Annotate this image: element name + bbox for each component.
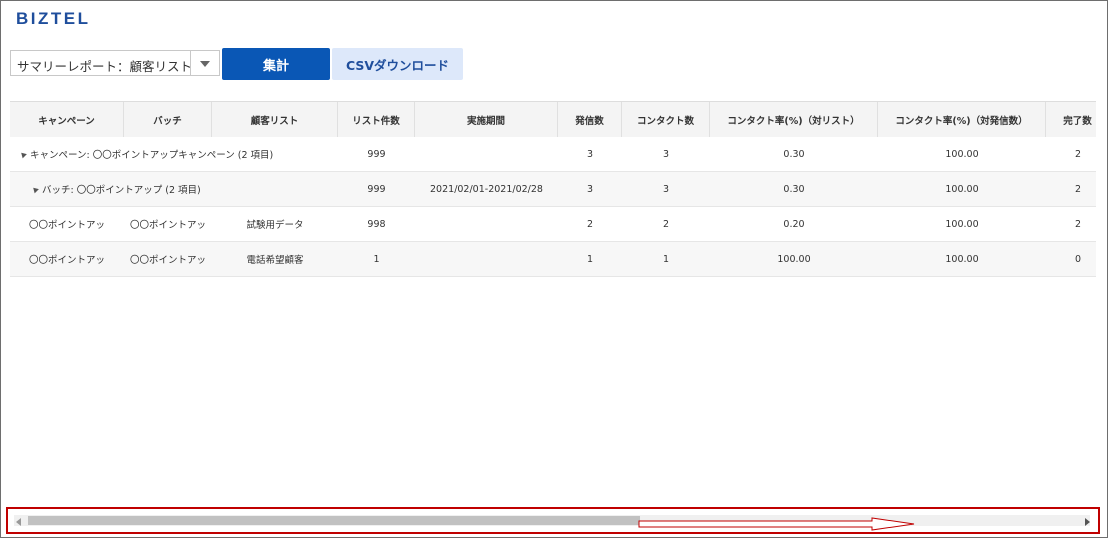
scroll-right-arrow-icon[interactable] [1085, 518, 1090, 526]
col-period[interactable]: 実施期間 [415, 102, 558, 137]
table-row[interactable]: 〇〇ポイントアッ 〇〇ポイントアッ 電話希望顧客 1 1 1 100.00 10… [10, 242, 1096, 277]
calls-cell: 3 [586, 183, 594, 195]
batch-group-row[interactable]: バッチ: 〇〇ポイントアップ (2 項目) 999 2021/02/01-202… [10, 172, 1096, 207]
group-label: キャンペーン: 〇〇ポイントアップキャンペーン (2 項目) [19, 137, 320, 171]
col-list-count[interactable]: リスト件数 [338, 102, 415, 137]
calls-cell: 3 [586, 148, 594, 160]
group-label: バッチ: 〇〇ポイントアップ (2 項目) [31, 172, 332, 206]
col-calls[interactable]: 発信数 [558, 102, 622, 137]
batch-cell: 〇〇ポイントアッ [129, 255, 206, 266]
col-campaign[interactable]: キャンペーン [10, 102, 124, 137]
contacts-cell: 3 [662, 148, 670, 160]
col-batch[interactable]: バッチ [124, 102, 212, 137]
biztel-logo: BIZTEL [16, 9, 91, 28]
expand-caret-icon[interactable] [31, 185, 39, 193]
period-cell: 2021/02/01-2021/02/28 [430, 183, 543, 195]
scroll-left-arrow-icon[interactable] [16, 518, 21, 526]
done-cell: 0 [1074, 253, 1082, 265]
rate-calls-cell: 100.00 [945, 253, 979, 265]
list-count-cell: 999 [367, 148, 386, 160]
aggregate-button[interactable]: 集計 [222, 48, 330, 80]
scroll-right-arrow-annotation [638, 517, 915, 531]
period-cell [415, 242, 558, 276]
table-header: キャンペーン バッチ 顧客リスト リスト件数 実施期間 発信数 コンタクト数 コ… [10, 102, 1096, 138]
table-row[interactable]: 〇〇ポイントアッ 〇〇ポイントアッ 試験用データ 998 2 2 0.20 10… [10, 207, 1096, 242]
contacts-cell: 2 [662, 218, 670, 230]
chevron-down-icon [200, 61, 210, 67]
col-contact-rate-list[interactable]: コンタクト率(%)（対リスト） [710, 102, 878, 137]
summary-table: キャンペーン バッチ 顧客リスト リスト件数 実施期間 発信数 コンタクト数 コ… [10, 101, 1096, 508]
group-label-text: バッチ: 〇〇ポイントアップ (2 項目) [42, 185, 201, 196]
rate-list-cell: 100.00 [777, 253, 811, 265]
expand-caret-icon[interactable] [19, 150, 27, 158]
report-type-select[interactable]: サマリーレポート：顧客リスト [10, 50, 220, 76]
campaign-cell: 〇〇ポイントアッ [28, 220, 105, 231]
contacts-cell: 1 [662, 253, 670, 265]
campaign-group-row[interactable]: キャンペーン: 〇〇ポイントアップキャンペーン (2 項目) 999 3 3 0… [10, 137, 1096, 172]
list-count-cell: 998 [367, 218, 386, 230]
period-cell [415, 137, 558, 171]
customer-list-cell: 電話希望顧客 [246, 255, 304, 266]
rate-calls-cell: 100.00 [945, 148, 979, 160]
rate-calls-cell: 100.00 [945, 218, 979, 230]
list-count-cell: 1 [373, 253, 380, 265]
rate-list-cell: 0.30 [783, 183, 805, 195]
calls-cell: 2 [586, 218, 594, 230]
calls-cell: 1 [586, 253, 594, 265]
col-contact-rate-calls[interactable]: コンタクト率(%)（対発信数） [878, 102, 1046, 137]
scroll-thumb[interactable] [28, 516, 640, 525]
batch-cell: 〇〇ポイントアッ [129, 220, 206, 231]
rate-calls-cell: 100.00 [945, 183, 979, 195]
customer-list-cell: 試験用データ [246, 220, 304, 231]
col-customer-list[interactable]: 顧客リスト [212, 102, 338, 137]
col-contacts[interactable]: コンタクト数 [622, 102, 710, 137]
contacts-cell: 3 [662, 183, 670, 195]
dropdown-toggle[interactable] [190, 51, 219, 75]
done-cell: 2 [1074, 183, 1082, 195]
list-count-cell: 999 [367, 183, 386, 195]
done-cell: 2 [1074, 148, 1082, 160]
campaign-cell: 〇〇ポイントアッ [28, 255, 105, 266]
group-label-text: キャンペーン: 〇〇ポイントアップキャンペーン (2 項目) [30, 150, 274, 161]
col-done[interactable]: 完了数 [1046, 102, 1096, 137]
report-type-value: サマリーレポート：顧客リスト [17, 59, 193, 74]
rate-list-cell: 0.30 [783, 148, 805, 160]
horizontal-scrollbar-highlight [6, 507, 1100, 534]
done-cell: 2 [1074, 218, 1082, 230]
csv-download-button[interactable]: CSVダウンロード [332, 48, 463, 80]
rate-list-cell: 0.20 [783, 218, 805, 230]
period-cell [415, 207, 558, 241]
